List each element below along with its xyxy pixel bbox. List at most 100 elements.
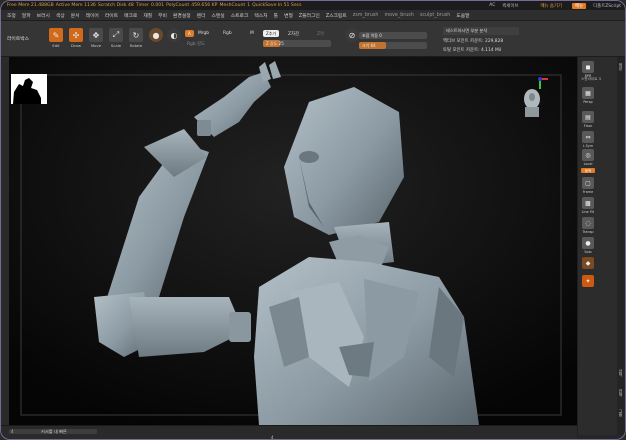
- xpose-icon: ✦: [582, 275, 594, 287]
- strip-label[interactable]: 선택: [619, 369, 624, 377]
- menu-item[interactable]: 브러시: [37, 12, 50, 19]
- local-button[interactable]: ◎ Local: [581, 149, 595, 166]
- lsym-button[interactable]: ⇔ L.Sym: [581, 131, 595, 148]
- strip-label[interactable]: 적용: [619, 63, 624, 71]
- ghost-button[interactable]: ◆: [581, 257, 595, 269]
- draw-button[interactable]: ✣ Draw: [67, 28, 85, 50]
- bottom-status-label: 커서를 내 빠른: [41, 429, 67, 434]
- status-ac[interactable]: AC: [489, 3, 495, 8]
- lightbox-button[interactable]: 라이트박스: [7, 35, 29, 42]
- m-toggle[interactable]: M: [250, 31, 254, 36]
- status-hide-menu[interactable]: 메뉴 숨기기: [540, 3, 562, 9]
- menu-item[interactable]: 재질: [143, 12, 152, 19]
- z-intensity-slider[interactable]: Z 강도 25: [263, 40, 331, 47]
- canvas-viewport[interactable]: [9, 57, 577, 425]
- transparency-icon: ◌: [582, 217, 594, 229]
- status-default-zscript[interactable]: 디폴트ZScript: [593, 3, 621, 9]
- strip-label[interactable]: 그룹: [619, 409, 624, 417]
- material-button[interactable]: ●: [147, 28, 165, 50]
- floor-icon: ▤: [582, 111, 594, 123]
- status-bar: Free Mem 21.488GB Active Mem 1136 Scratc…: [1, 1, 625, 10]
- frame-icon: ▢: [582, 177, 594, 189]
- menu-item[interactable]: 알파: [22, 12, 31, 19]
- menu-item[interactable]: 레이어: [86, 12, 99, 19]
- gyro-icon: ◐: [167, 28, 181, 42]
- ghost-icon: ◆: [582, 257, 594, 269]
- left-panel: [1, 57, 9, 425]
- menu-item[interactable]: 색상: [56, 12, 65, 19]
- focal-shift-slider[interactable]: 초점 이동 0: [359, 32, 427, 39]
- status-polycount-label: PolyCount: [166, 3, 190, 8]
- status-meshcount-value: 1: [247, 3, 251, 8]
- persp-button[interactable]: ▦ Persp: [581, 87, 595, 104]
- frame-button[interactable]: ▢ Frame: [581, 177, 595, 194]
- edit-button[interactable]: ✎ Edit: [47, 28, 65, 50]
- menu-item[interactable]: 툴: [274, 12, 278, 19]
- lsym-icon: ⇔: [582, 131, 594, 143]
- active-points-count: 액티브 포인트 카운트: 229,828: [443, 39, 504, 44]
- far-right-strip: 적용 선택 전체 그룹: [617, 57, 625, 435]
- menu-item[interactable]: 문서: [71, 12, 80, 19]
- sculpt-render: [9, 57, 577, 425]
- silhouette-icon: [11, 74, 47, 104]
- zsub-toggle[interactable]: Z차감: [288, 31, 299, 37]
- menu-item[interactable]: Z스크립트: [326, 12, 347, 19]
- menu-item[interactable]: 매크로: [124, 12, 137, 19]
- menu-item[interactable]: 환경설정: [173, 12, 191, 19]
- menu-item[interactable]: 조정: [7, 12, 16, 19]
- bottom-slider-value: 4: [11, 429, 14, 434]
- material-sphere-icon: ●: [149, 28, 163, 42]
- orientation-gizmo[interactable]: [514, 75, 554, 125]
- status-timer-value: 0.001: [150, 3, 165, 8]
- menu-item[interactable]: 라이트: [105, 12, 118, 19]
- status-quicksave: QuickSave In 51 Secs: [252, 3, 302, 8]
- menu-bar: 조정 알파 브러시 색상 문서 레이어 라이트 매크로 재질 무비 환경설정 렌…: [1, 10, 625, 21]
- mode-a-toggle[interactable]: A: [185, 30, 194, 37]
- move-button[interactable]: ✥ Move: [87, 28, 105, 50]
- rotate-button[interactable]: ↻ Rotate: [127, 28, 145, 50]
- solo-button[interactable]: ● Solo: [581, 237, 595, 254]
- strip-label[interactable]: 전체: [619, 389, 624, 397]
- zcut-toggle[interactable]: Z컷: [317, 31, 324, 37]
- bottom-bar: 4 커서를 내 빠른 4: [1, 425, 577, 439]
- menu-item[interactable]: 무비: [158, 12, 167, 19]
- rgb-toggle[interactable]: Rgb: [223, 31, 232, 36]
- total-points-count: 토탈 포인트 카운트: 4.114 Mil: [443, 48, 502, 53]
- menu-item[interactable]: move_brush: [384, 13, 413, 18]
- menu-item[interactable]: 렌더: [197, 12, 206, 19]
- dynamic-toggle[interactable]: 동적: [581, 168, 595, 173]
- menu-item[interactable]: 도움말: [456, 12, 469, 19]
- draw-size-slider[interactable]: 크기 64: [359, 42, 427, 49]
- rgb-intensity-slider[interactable]: Rgb 강도: [187, 41, 205, 47]
- menu-item[interactable]: sculpt_brush: [420, 13, 450, 18]
- spotlight-label: 스팟라이트 3: [581, 77, 601, 81]
- bpr-button[interactable]: ◼ BPR: [581, 61, 595, 78]
- menu-item[interactable]: 변형: [284, 12, 293, 19]
- floor-button[interactable]: ▤ Floor: [581, 111, 595, 128]
- status-active-mem: Active Mem 1136: [55, 3, 96, 8]
- menu-item[interactable]: zsm_brush: [353, 13, 379, 18]
- sculpt-wrist-top: [197, 120, 211, 136]
- menu-item[interactable]: Z플러그인: [299, 12, 320, 19]
- mrgb-toggle[interactable]: Mrgb: [198, 31, 209, 36]
- status-meshcount-label: MeshCount: [219, 3, 246, 8]
- gyro-button[interactable]: ◐: [165, 28, 183, 50]
- xpose-button[interactable]: ✦: [581, 275, 595, 287]
- status-quicksave-button[interactable]: 퀵세이브: [502, 3, 518, 9]
- focal-icon: ⊘: [345, 28, 359, 42]
- status-free-mem: Free Mem 21.488GB: [7, 3, 54, 8]
- menu-item[interactable]: 텍스처: [254, 12, 267, 19]
- transp-button[interactable]: ◌ Transp: [581, 217, 595, 234]
- draw-icon: ✣: [69, 28, 83, 42]
- menu-item[interactable]: 스트로크: [231, 12, 249, 19]
- status-menu-pill[interactable]: 메뉴: [572, 2, 587, 9]
- local-icon: ◎: [582, 149, 594, 161]
- sculpt-wrist: [229, 312, 251, 342]
- status-timer-label: Timer: [135, 3, 149, 8]
- app-window: Free Mem 21.488GB Active Mem 1136 Scratc…: [0, 0, 626, 440]
- linefill-button[interactable]: ▩ Line Fill: [581, 197, 595, 214]
- menu-item[interactable]: 스텐실: [211, 12, 224, 19]
- navigator-thumbnail[interactable]: [11, 74, 47, 104]
- zadd-toggle[interactable]: Z추가: [263, 30, 280, 37]
- scale-button[interactable]: ⤢ Scale: [107, 28, 125, 50]
